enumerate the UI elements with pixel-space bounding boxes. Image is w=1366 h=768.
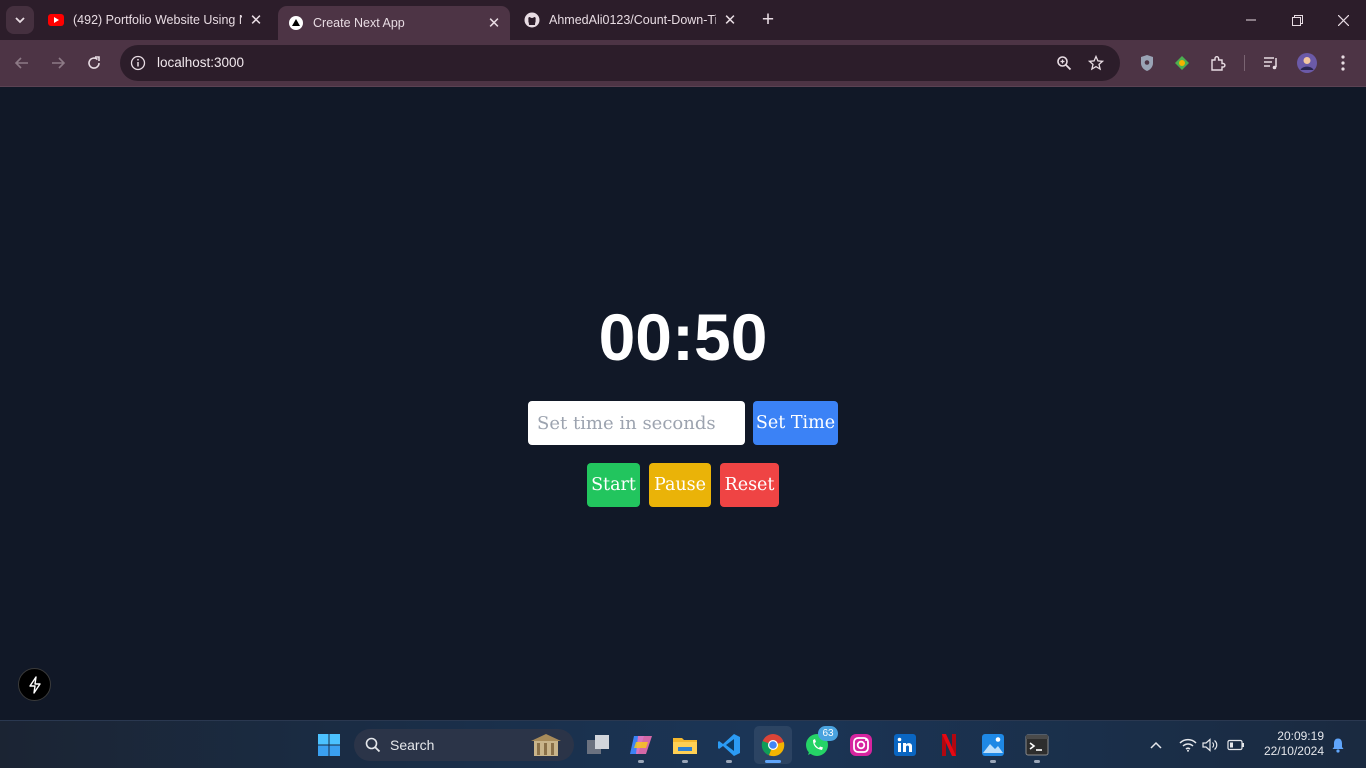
running-indicator xyxy=(990,760,996,763)
running-indicator xyxy=(682,760,688,763)
tab-title: AhmedAli0123/Count-Down-Timer xyxy=(549,13,716,27)
tab-search-button[interactable] xyxy=(6,6,34,34)
terminal-icon xyxy=(1025,734,1049,756)
nextjs-icon xyxy=(288,15,304,31)
site-info-icon[interactable] xyxy=(128,53,148,73)
photos-icon xyxy=(982,734,1004,756)
instagram-icon xyxy=(850,734,872,756)
file-explorer-app[interactable] xyxy=(666,726,704,764)
youtube-icon xyxy=(48,12,64,28)
photos-app[interactable] xyxy=(974,726,1012,764)
tab-youtube[interactable]: (492) Portfolio Website Using Next ✕ xyxy=(40,0,272,40)
running-indicator xyxy=(726,760,732,763)
instagram-app[interactable] xyxy=(842,726,880,764)
tab-title: (492) Portfolio Website Using Next xyxy=(73,13,242,27)
arrow-right-icon xyxy=(52,57,66,69)
close-icon[interactable]: ✕ xyxy=(484,13,504,33)
notification-bell-icon[interactable] xyxy=(1328,735,1348,755)
running-indicator xyxy=(1034,760,1040,763)
extensions-puzzle-icon[interactable] xyxy=(1206,51,1230,75)
system-clock[interactable]: 20:09:19 22/10/2024 xyxy=(1254,729,1324,759)
set-time-button[interactable]: Set Time xyxy=(753,401,838,445)
volume-icon[interactable] xyxy=(1201,735,1221,755)
zoom-icon[interactable] xyxy=(1054,53,1074,73)
close-icon[interactable]: ✕ xyxy=(246,10,266,30)
restore-icon xyxy=(1291,14,1303,26)
wifi-icon[interactable] xyxy=(1178,735,1198,755)
new-tab-button[interactable]: + xyxy=(756,9,780,33)
vscode-icon xyxy=(718,734,740,756)
terminal-app[interactable] xyxy=(1018,726,1056,764)
clock-time: 20:09:19 xyxy=(1277,729,1324,743)
netflix-app[interactable] xyxy=(930,726,968,764)
back-button[interactable] xyxy=(8,49,36,77)
netflix-icon xyxy=(942,734,956,756)
nextjs-dev-indicator[interactable] xyxy=(18,668,51,701)
address-bar[interactable]: localhost:3000 xyxy=(120,45,1120,81)
github-icon xyxy=(524,12,540,28)
copilot-icon xyxy=(630,736,652,754)
whatsapp-app[interactable]: 63 xyxy=(798,726,838,764)
tab-create-next-app[interactable]: Create Next App ✕ xyxy=(278,6,510,40)
shield-extension-icon[interactable] xyxy=(1135,51,1159,75)
notification-badge: 63 xyxy=(818,726,838,741)
task-view-icon xyxy=(587,735,609,754)
tab-github[interactable]: AhmedAli0123/Count-Down-Timer ✕ xyxy=(516,0,746,40)
tab-title: Create Next App xyxy=(313,16,405,30)
linkedin-icon xyxy=(894,734,916,756)
page-viewport: 00:50 Set Time Start Pause Reset xyxy=(0,87,1366,720)
active-indicator xyxy=(765,760,781,763)
chevron-down-icon xyxy=(15,17,25,24)
profile-avatar[interactable] xyxy=(1295,51,1319,75)
bookmark-star-icon[interactable] xyxy=(1086,53,1106,73)
reload-button[interactable] xyxy=(80,49,108,77)
url-text: localhost:3000 xyxy=(157,55,245,70)
reload-icon xyxy=(88,56,100,69)
linkedin-app[interactable] xyxy=(886,726,924,764)
copilot-app[interactable] xyxy=(622,726,660,764)
vscode-app[interactable] xyxy=(710,726,748,764)
menu-kebab-icon[interactable] xyxy=(1331,51,1355,75)
lightning-icon xyxy=(28,675,41,694)
arrow-left-icon xyxy=(14,57,28,69)
start-menu-button[interactable] xyxy=(310,726,348,764)
search-highlight-icon xyxy=(531,734,561,756)
battery-icon[interactable] xyxy=(1226,735,1246,755)
close-window-button[interactable] xyxy=(1320,0,1366,40)
chevron-up-icon[interactable] xyxy=(1146,735,1166,755)
chrome-icon xyxy=(761,734,785,757)
close-icon xyxy=(1337,14,1349,26)
toolbar-separator xyxy=(1244,55,1245,71)
pause-button[interactable]: Pause xyxy=(649,463,711,507)
windows-taskbar: Search 63 20:09:19 22/10/2024 xyxy=(0,720,1366,768)
chrome-app[interactable] xyxy=(754,726,792,764)
browser-toolbar: localhost:3000 xyxy=(0,40,1366,86)
countdown-display: 00:50 xyxy=(598,300,768,374)
search-label: Search xyxy=(390,737,435,753)
media-control-icon[interactable] xyxy=(1259,51,1283,75)
seconds-input[interactable] xyxy=(528,401,745,445)
running-indicator xyxy=(638,760,644,763)
minimize-icon xyxy=(1246,19,1256,21)
minimize-button[interactable] xyxy=(1228,0,1274,40)
restore-button[interactable] xyxy=(1274,0,1320,40)
search-icon xyxy=(365,737,381,753)
extension-globe-icon[interactable] xyxy=(1170,51,1194,75)
windows-icon xyxy=(318,734,340,756)
clock-date: 22/10/2024 xyxy=(1263,744,1324,758)
start-button[interactable]: Start xyxy=(587,463,640,507)
browser-tab-strip: (492) Portfolio Website Using Next ✕ Cre… xyxy=(0,0,1366,40)
task-view-button[interactable] xyxy=(579,726,617,764)
reset-button[interactable]: Reset xyxy=(720,463,779,507)
folder-icon xyxy=(673,738,697,754)
close-icon[interactable]: ✕ xyxy=(720,10,740,30)
taskbar-search[interactable]: Search xyxy=(354,729,574,761)
forward-button[interactable] xyxy=(44,49,72,77)
